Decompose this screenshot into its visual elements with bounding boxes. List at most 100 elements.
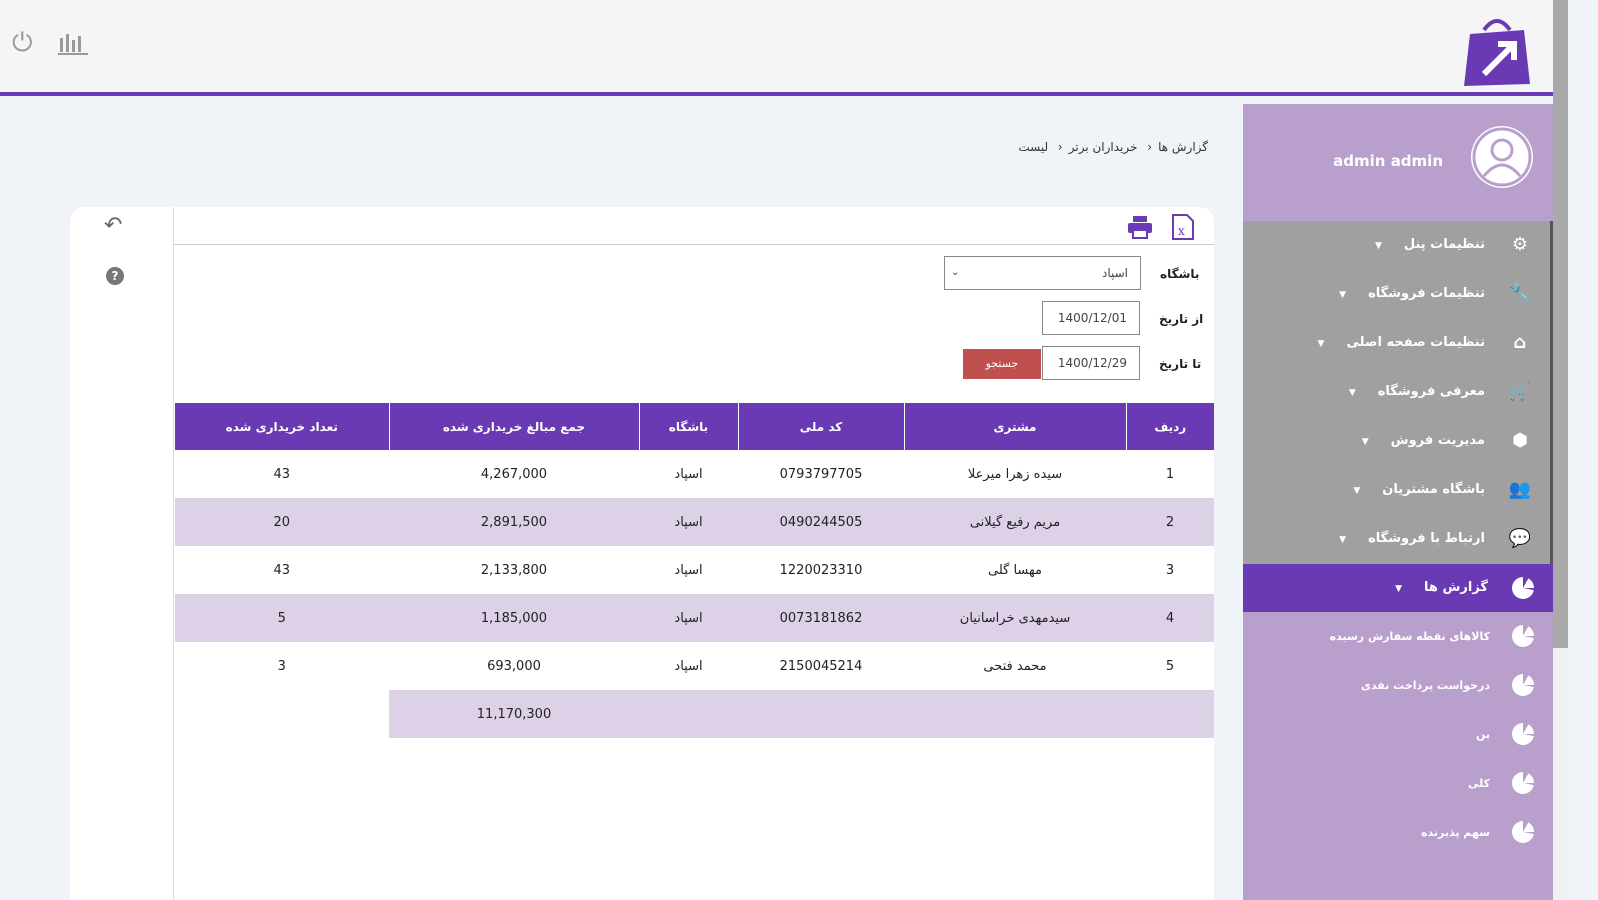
table-row: 5 محمد فتحی 2150045214 اسپاد 693,000 3 (175, 642, 1215, 690)
pie-chart-icon (1512, 625, 1534, 647)
scrollbar[interactable] (1553, 0, 1568, 900)
sidebar-item-home-settings[interactable]: ⌂ تنظیمات صفحه اصلی ▼ (1243, 319, 1550, 368)
caret-down-icon: ▼ (1348, 388, 1356, 398)
sidebar-item-reports[interactable]: گزارش ها ▼ (1243, 564, 1553, 612)
cart-icon: 🛒 (1508, 381, 1532, 402)
users-icon: 👥 (1508, 479, 1532, 500)
club-select[interactable]: اسپاد ⌄ (944, 256, 1141, 290)
caret-down-icon: ▼ (1353, 486, 1361, 496)
excel-export-icon[interactable]: x (1171, 213, 1195, 241)
label: تنظیمات فروشگاه (1368, 286, 1485, 301)
svg-text:x: x (1178, 224, 1185, 238)
table-row: 4 سیدمهدی خراسانیان 0073181862 اسپاد 1,185,0… (174, 594, 1214, 642)
chat-icon: 💬 (1508, 528, 1532, 549)
table-cell: 2,133,800 (480, 562, 548, 578)
print-icon[interactable] (1127, 215, 1153, 239)
table-cell: 2150045214 (779, 658, 863, 674)
table-cell: 3 (277, 658, 286, 674)
label: ارتباط با فروشگاه (1368, 531, 1485, 546)
label: باشگاه مشتریان (1382, 482, 1485, 497)
table-cell: 3 (1165, 562, 1175, 578)
pie-chart-icon (1512, 577, 1534, 599)
back-icon[interactable]: ↶ (104, 213, 122, 238)
submenu-item[interactable]: سهم پذیرنده (1243, 808, 1553, 857)
help-icon[interactable]: ? (106, 267, 124, 285)
table-cell: 0793797705 (779, 466, 863, 482)
to-date-input[interactable]: 1400/12/29 (1042, 346, 1140, 380)
logo-icon (1464, 19, 1530, 86)
chevron-icon: ‹ (1057, 140, 1063, 154)
power-icon[interactable]: ⏻ (12, 28, 33, 59)
label: کلی (1467, 777, 1490, 790)
table-cell: اسپاد (674, 562, 703, 578)
table-cell: 1,185,000 (389, 594, 639, 642)
top-bar: ⏻ (0, 0, 1553, 96)
sidebar-item-customer-club[interactable]: 👥 باشگاه مشتریان ▼ (1243, 466, 1550, 515)
search-button[interactable]: جستجو (963, 349, 1041, 379)
from-date-input[interactable]: 1400/12/01 (1042, 301, 1140, 335)
breadcrumb: گزارش ها ‹ خریداران برتر ‹ لیست (1012, 140, 1208, 154)
sidebar-item-store-intro[interactable]: 🛒 معرفی فروشگاه ▼ (1243, 368, 1550, 417)
col-header: جمع مبالغ خریداری شده (388, 403, 639, 450)
table-cell: 43 (273, 466, 291, 482)
box-icon: ⬢ (1512, 430, 1528, 451)
to-date-label: تا تاریخ (1159, 357, 1202, 371)
wrench-icon: 🔧 (1508, 283, 1532, 304)
table-cell: 1220023310 (779, 562, 863, 578)
breadcrumb-item[interactable]: گزارش ها (1158, 140, 1208, 154)
report-card: x باشگاه اسپاد ⌄ از تاریخ 1400/12/01 تا ت… (173, 207, 1214, 900)
table-cell: سیده زهرا میرعلا (967, 466, 1063, 482)
breadcrumb-item[interactable]: خریداران برتر (1069, 140, 1138, 154)
label: معرفی فروشگاه (1377, 384, 1485, 399)
label: تنظیمات پنل (1403, 237, 1485, 252)
table-cell: اسپاد (639, 498, 738, 546)
breadcrumb-item: لیست (1018, 140, 1049, 154)
table-cell: اسپاد (639, 594, 738, 642)
sidebar-item-store-settings[interactable]: 🔧 تنظیمات فروشگاه ▼ (1243, 270, 1550, 319)
table-cell: مهسا گلی (988, 562, 1042, 578)
table-cell: 4 (1126, 594, 1214, 642)
label: کالاهای نقطه سفارش رسیده (1329, 630, 1490, 643)
table-cell: 0490244505 (738, 498, 904, 546)
chevron-icon: ‹ (1147, 140, 1153, 154)
table-cell: 0073181862 (738, 594, 904, 642)
sidebar: admin admin ⚙ تنظیمات پنل ▼ 🔧 تنظیمات فروشگ… (1243, 104, 1553, 900)
table-cell: 20 (174, 498, 389, 546)
caret-down-icon: ▼ (1395, 584, 1403, 594)
sidebar-item-sales[interactable]: ⬢ مدیریت فروش ▼ (1243, 417, 1550, 466)
top-buyers-table: ردیف مشتری کد ملی باشگاه جمع مبالغ خریدا… (174, 403, 1214, 738)
bar-chart-icon[interactable] (58, 32, 90, 56)
sidebar-item-panel-settings[interactable]: ⚙ تنظیمات پنل ▼ (1243, 221, 1550, 270)
user-name: admin admin (1333, 152, 1443, 170)
submenu-item[interactable]: کلی (1243, 759, 1553, 808)
table-cell: 2,891,500 (389, 498, 639, 546)
home-icon: ⌂ (1513, 332, 1527, 353)
table-row: 3 مهسا گلی 1220023310 اسپاد 2,133,800 43 (175, 546, 1215, 594)
caret-down-icon: ▼ (1361, 437, 1369, 447)
label: بن (1475, 728, 1490, 741)
col-header: ردیف (1125, 403, 1214, 450)
from-date-label: از تاریخ (1159, 312, 1204, 326)
table-cell: 693,000 (487, 658, 541, 674)
label: تنظیمات صفحه اصلی (1346, 335, 1485, 350)
col-header: تعداد خریداری شده (174, 403, 389, 450)
submenu-item[interactable]: درخواست پرداخت نقدی (1243, 661, 1553, 710)
label: گزارش ها (1424, 580, 1488, 595)
table-row: 1 سیده زهرا میرعلا 0793797705 اسپاد 4,267,00… (175, 450, 1215, 498)
total-row: 11,170,300 (175, 690, 1214, 738)
pie-chart-icon (1512, 723, 1534, 745)
submenu-item[interactable]: بن (1243, 710, 1553, 759)
submenu-item[interactable]: کالاهای نقطه سفارش رسیده (1243, 612, 1553, 661)
club-label: باشگاه (1160, 267, 1200, 281)
action-panel: ↶ ? (70, 207, 173, 900)
table-row: 2 مریم رفیع گیلانی 0490244505 اسپاد 2,891,50… (174, 498, 1214, 546)
table-cell: 43 (273, 562, 291, 578)
label: مدیریت فروش (1390, 433, 1485, 448)
avatar (1471, 126, 1533, 188)
caret-down-icon: ▼ (1339, 535, 1347, 545)
pie-chart-icon (1512, 821, 1534, 843)
caret-down-icon: ▼ (1339, 290, 1347, 300)
sidebar-item-contact[interactable]: 💬 ارتباط با فروشگاه ▼ (1243, 515, 1550, 564)
table-cell: اسپاد (674, 658, 703, 674)
pie-chart-icon (1512, 772, 1534, 794)
